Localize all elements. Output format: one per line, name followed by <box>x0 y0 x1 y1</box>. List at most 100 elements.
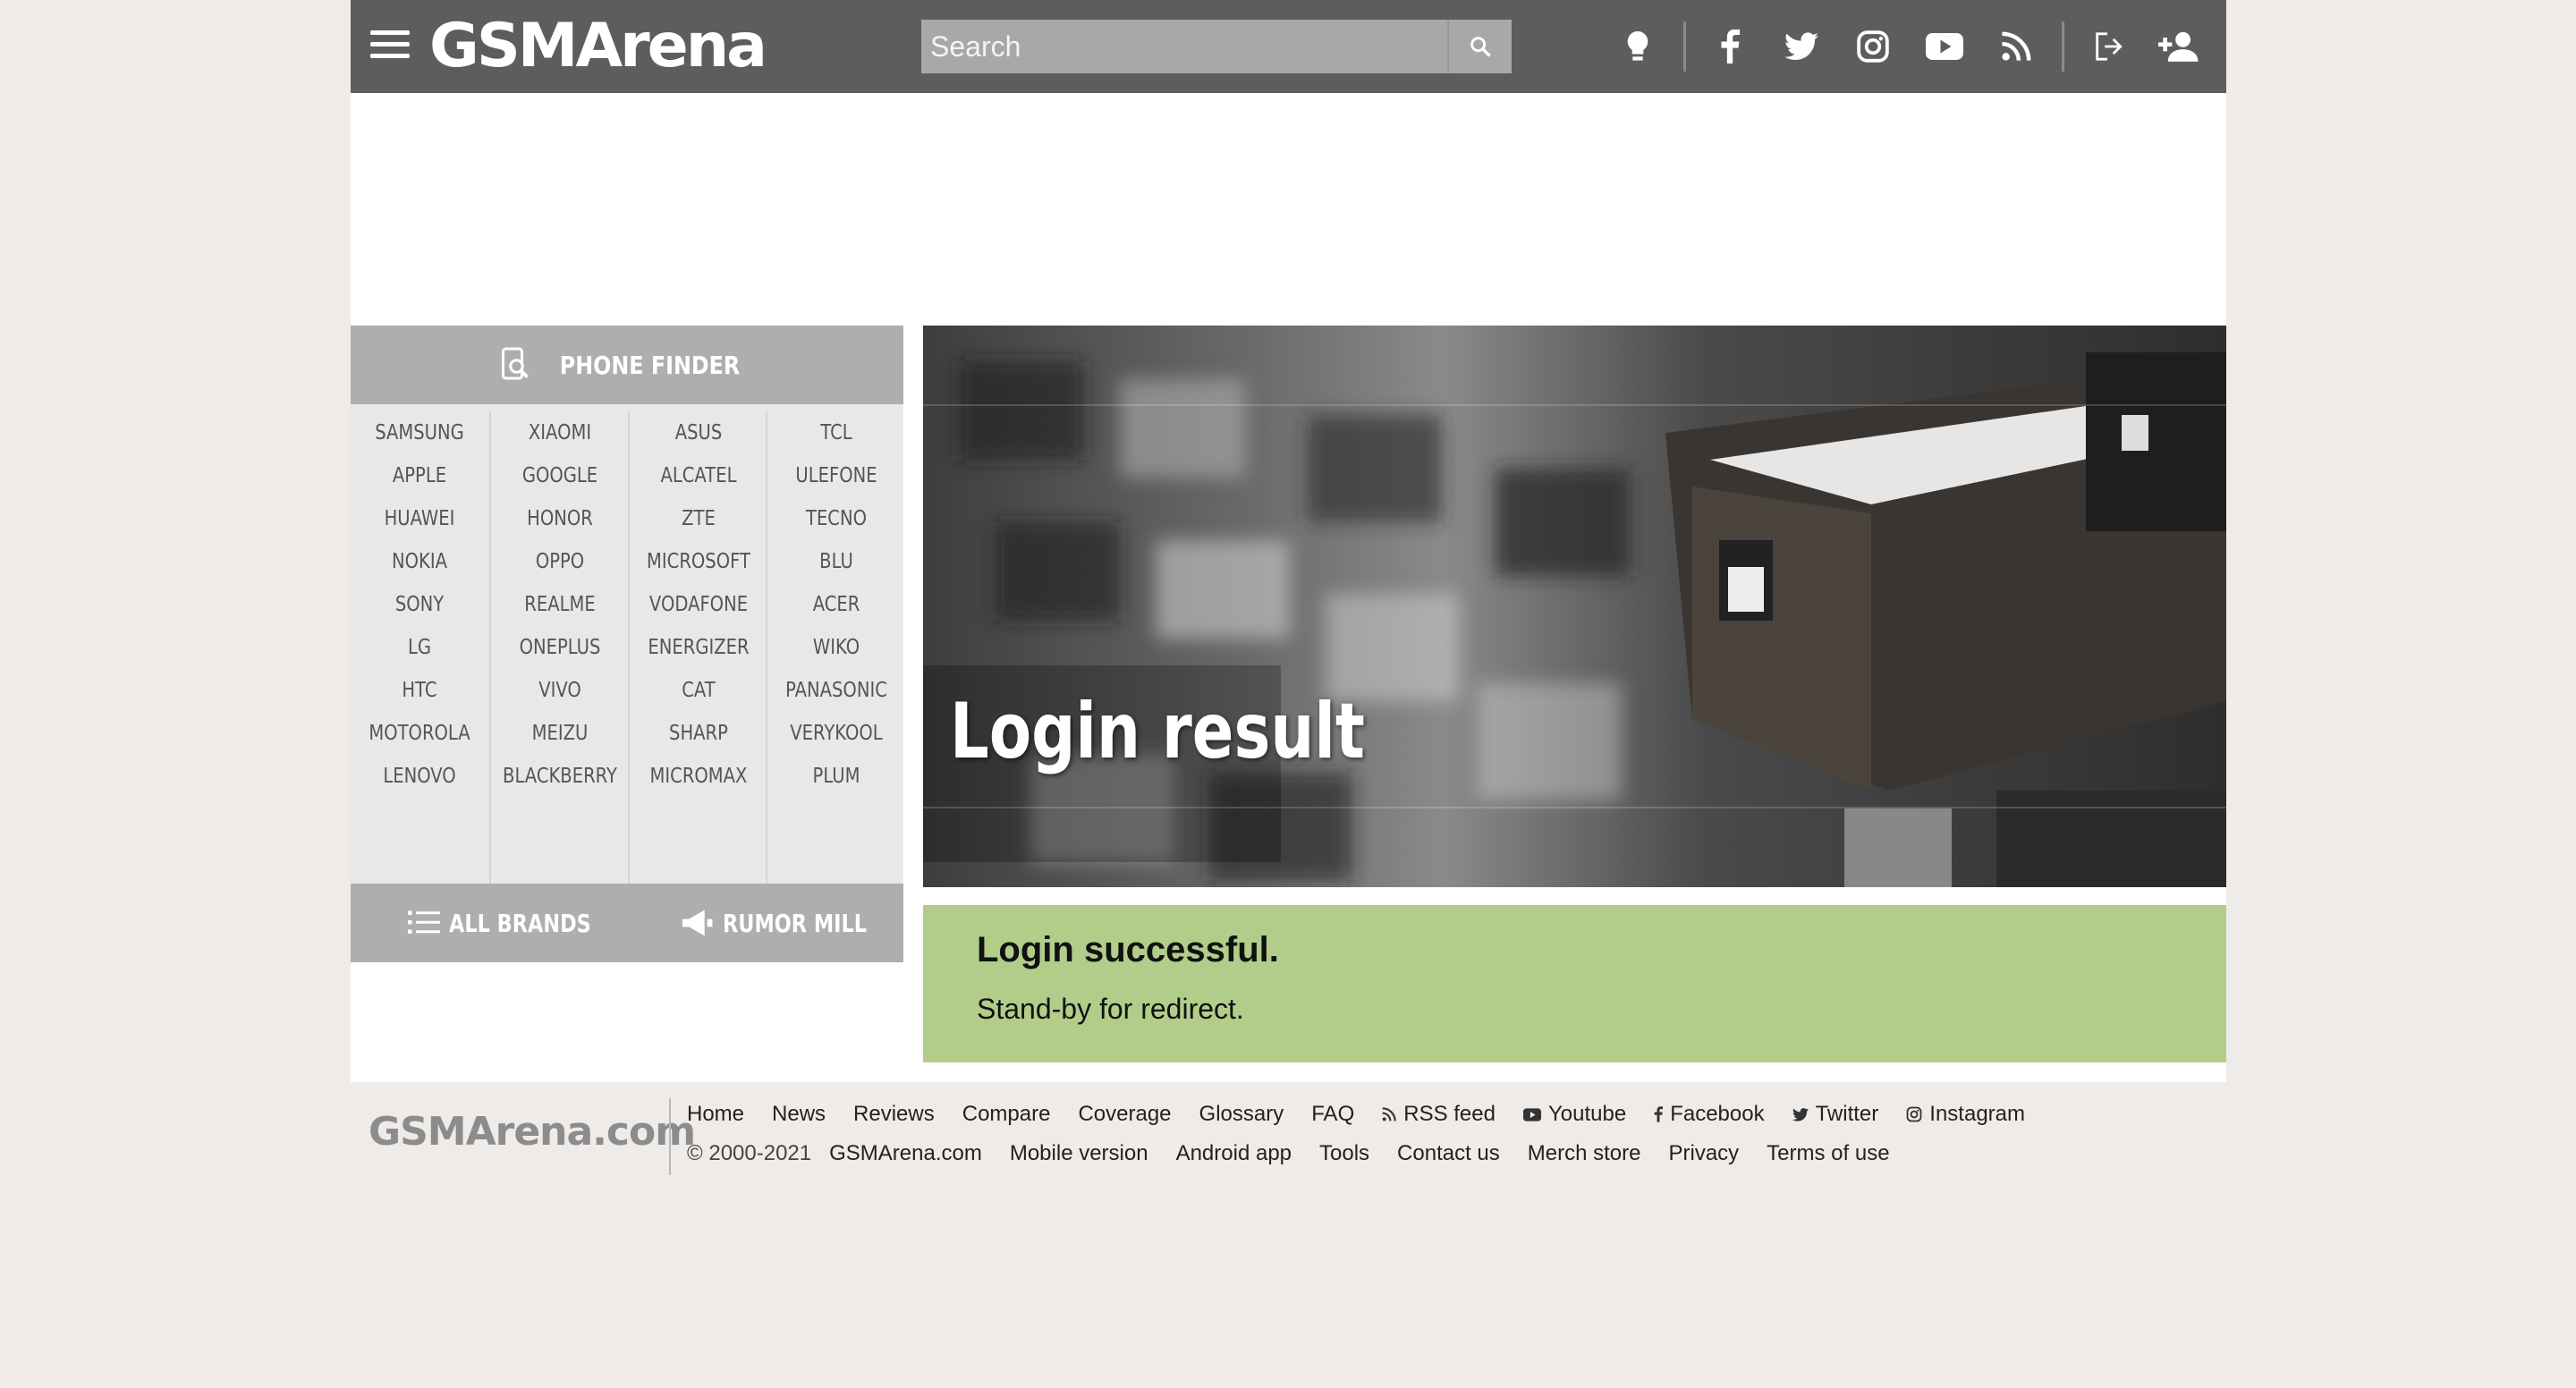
lightbulb-icon[interactable] <box>1614 23 1661 70</box>
brand-link[interactable]: VODAFONE <box>640 583 758 626</box>
brand-link[interactable]: MICROMAX <box>640 755 758 798</box>
footer-link-mobile-version[interactable]: Mobile version <box>1010 1141 1148 1166</box>
instagram-icon[interactable] <box>1850 23 1896 70</box>
brand-link[interactable]: HTC <box>361 669 479 712</box>
brand-link[interactable]: OPPO <box>502 540 619 583</box>
footer-link-news[interactable]: News <box>772 1102 826 1127</box>
brand-link[interactable]: ACER <box>778 583 895 626</box>
brand-link[interactable]: CAT <box>640 669 758 712</box>
brand-link[interactable]: WIKO <box>778 626 895 669</box>
rss-icon[interactable] <box>1993 23 2039 70</box>
hero-decor-line <box>923 807 2226 808</box>
footer-links-row: © 2000-2021 GSMArena.com Mobile version … <box>687 1141 1918 1166</box>
login-icon[interactable] <box>2084 23 2131 70</box>
brand-link[interactable]: ENERGIZER <box>640 626 758 669</box>
all-brands-label: ALL BRANDS <box>449 908 591 938</box>
svg-text:GSMArena: GSMArena <box>429 11 765 81</box>
footer-link-facebook[interactable]: Facebook <box>1654 1102 1765 1127</box>
youtube-icon[interactable] <box>1921 23 1968 70</box>
sidebar-footer-links: ALL BRANDS RUMOR MILL <box>351 884 903 962</box>
brand-link[interactable]: REALME <box>502 583 619 626</box>
footer-logo[interactable]: GSMArena.com <box>369 1109 696 1155</box>
brand-link[interactable]: HUAWEI <box>361 497 479 540</box>
brand-link[interactable]: PLUM <box>778 755 895 798</box>
brand-column: SAMSUNG APPLE HUAWEI NOKIA SONY LG HTC M… <box>351 411 488 884</box>
footer-link-gsmarena[interactable]: GSMArena.com <box>829 1141 982 1166</box>
brand-link[interactable]: VERYKOOL <box>778 712 895 755</box>
brand-link[interactable]: TCL <box>778 411 895 454</box>
search-input[interactable] <box>921 20 1462 73</box>
footer-link-coverage[interactable]: Coverage <box>1078 1102 1171 1127</box>
brand-link[interactable]: ZTE <box>640 497 758 540</box>
megaphone-icon <box>682 910 713 936</box>
card-catalog-image <box>923 352 2226 887</box>
brand-link[interactable]: LG <box>361 626 479 669</box>
footer-link-youtube[interactable]: Youtube <box>1522 1102 1626 1127</box>
brand-link[interactable]: HONOR <box>502 497 619 540</box>
footer-link-twitter[interactable]: Twitter <box>1792 1102 1878 1127</box>
brand-link[interactable]: SHARP <box>640 712 758 755</box>
footer-link-home[interactable]: Home <box>687 1102 744 1127</box>
list-icon <box>408 910 440 934</box>
footer-link-rss[interactable]: RSS feed <box>1382 1102 1496 1127</box>
brand-link[interactable]: BLACKBERRY <box>502 755 619 798</box>
brand-column: ASUS ALCATEL ZTE MICROSOFT VODAFONE ENER… <box>628 411 767 884</box>
facebook-icon[interactable] <box>1707 23 1753 70</box>
brand-link[interactable]: PANASONIC <box>778 669 895 712</box>
phone-finder-header[interactable]: PHONE FINDER <box>351 326 903 404</box>
brand-link[interactable]: XIAOMI <box>502 411 619 454</box>
phone-finder-icon <box>501 347 529 380</box>
brand-link[interactable]: ALCATEL <box>640 454 758 497</box>
footer: GSMArena.com Home News Reviews Compare C… <box>351 1082 2226 1198</box>
footer-link-faq[interactable]: FAQ <box>1311 1102 1354 1127</box>
brand-link[interactable]: NOKIA <box>361 540 479 583</box>
menu-icon[interactable] <box>370 30 410 63</box>
rumor-mill-link[interactable]: RUMOR MILL <box>680 884 902 962</box>
footer-link-terms[interactable]: Terms of use <box>1767 1141 1889 1166</box>
advertisement-area <box>351 93 2226 326</box>
hero-banner: Login result <box>923 326 2226 887</box>
brand-link[interactable]: VIVO <box>502 669 619 712</box>
footer-link-contact[interactable]: Contact us <box>1397 1141 1500 1166</box>
brand-link[interactable]: ULEFONE <box>778 454 895 497</box>
brand-link[interactable]: ONEPLUS <box>502 626 619 669</box>
header-divider <box>1683 21 1686 72</box>
search-button[interactable] <box>1447 20 1512 73</box>
brand-link[interactable]: BLU <box>778 540 895 583</box>
twitter-icon <box>1792 1107 1809 1121</box>
brand-link[interactable]: MEIZU <box>502 712 619 755</box>
footer-link-compare[interactable]: Compare <box>962 1102 1051 1127</box>
brand-link[interactable]: MOTOROLA <box>361 712 479 755</box>
brand-column: XIAOMI GOOGLE HONOR OPPO REALME ONEPLUS … <box>489 411 629 884</box>
footer-link-merch-store[interactable]: Merch store <box>1528 1141 1641 1166</box>
hero-decor-line <box>923 404 2226 406</box>
twitter-icon[interactable] <box>1778 23 1825 70</box>
site-logo[interactable]: GSMArena <box>429 11 801 97</box>
brand-link[interactable]: GOOGLE <box>502 454 619 497</box>
footer-link-android-app[interactable]: Android app <box>1176 1141 1292 1166</box>
facebook-icon <box>1654 1106 1664 1122</box>
top-navigation-bar: GSMArena <box>351 0 2226 93</box>
footer-link-privacy[interactable]: Privacy <box>1668 1141 1739 1166</box>
brand-link[interactable]: TECNO <box>778 497 895 540</box>
footer-link-tools[interactable]: Tools <box>1319 1141 1369 1166</box>
signup-icon[interactable] <box>2156 23 2202 70</box>
result-heading: Login successful. <box>977 930 1279 969</box>
brand-link[interactable]: MICROSOFT <box>640 540 758 583</box>
brand-link[interactable]: APPLE <box>361 454 479 497</box>
footer-link-reviews[interactable]: Reviews <box>853 1102 935 1127</box>
all-brands-link[interactable]: ALL BRANDS <box>408 884 627 962</box>
instagram-icon <box>1906 1106 1922 1122</box>
brand-list: SAMSUNG APPLE HUAWEI NOKIA SONY LG HTC M… <box>351 404 903 884</box>
search-icon <box>1470 37 1491 57</box>
page-title: Login result <box>950 687 1365 776</box>
footer-link-instagram[interactable]: Instagram <box>1906 1102 2025 1127</box>
brand-column: TCL ULEFONE TECNO BLU ACER WIKO PANASONI… <box>766 411 905 884</box>
main-content: PHONE FINDER SAMSUNG APPLE HUAWEI NOKIA … <box>351 326 2226 1082</box>
footer-link-glossary[interactable]: Glossary <box>1199 1102 1284 1127</box>
brand-link[interactable]: ASUS <box>640 411 758 454</box>
brand-link[interactable]: LENOVO <box>361 755 479 798</box>
copyright-text: © 2000-2021 <box>687 1141 812 1165</box>
brand-link[interactable]: SONY <box>361 583 479 626</box>
brand-link[interactable]: SAMSUNG <box>361 411 479 454</box>
